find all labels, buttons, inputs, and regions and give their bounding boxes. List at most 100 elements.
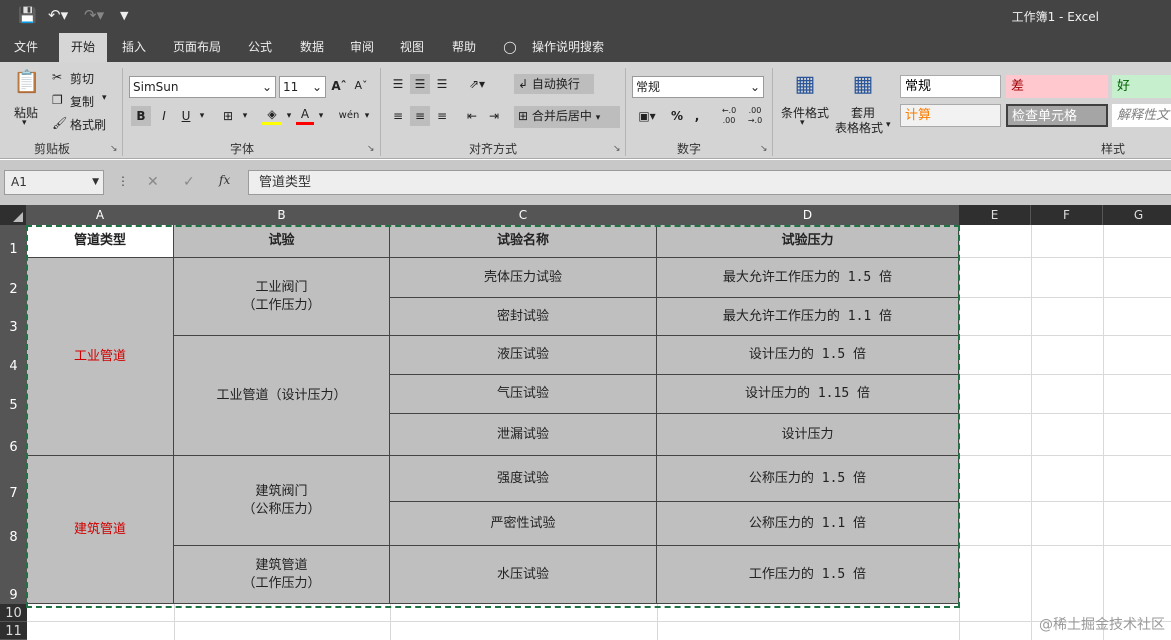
tab-help[interactable]: 帮助 [442,33,486,62]
cell-c9[interactable]: 水压试验 [390,546,657,604]
cell-b7-merged[interactable]: 建筑阀门 （公称压力） [174,456,390,546]
increase-decimal-icon[interactable]: ←.0.00 [718,106,740,126]
copy-icon[interactable]: ❐ [52,93,63,107]
align-bottom-icon[interactable]: ☰ [432,74,452,94]
font-launcher-icon[interactable]: ↘ [367,144,375,154]
increase-indent-icon[interactable]: ⇥ [484,106,504,126]
cell-c2[interactable]: 壳体压力试验 [390,258,657,298]
cell-a2-merged[interactable]: 工业管道 [27,258,174,456]
conditional-format-icon[interactable]: ▦ [790,70,820,100]
column-header-c[interactable]: C [390,205,657,225]
tab-page-layout[interactable]: 页面布局 [166,33,228,62]
formula-input[interactable]: 管道类型 [248,170,1171,195]
tell-me-search[interactable]: 操作说明搜索 [526,33,610,62]
decrease-decimal-icon[interactable]: .00 →.0 [744,106,766,126]
cell-c1[interactable]: 试验名称 [390,225,657,258]
cell-c8[interactable]: 严密性试验 [390,502,657,546]
row-header-8[interactable]: 8 [0,502,27,546]
align-right-icon[interactable]: ≡ [432,106,452,126]
italic-button[interactable]: I [155,106,173,126]
cell-d5[interactable]: 设计压力的 1.15 倍 [657,375,959,414]
cancel-icon[interactable]: ✕ [147,174,159,190]
cell-c7[interactable]: 强度试验 [390,456,657,502]
save-icon[interactable]: 💾 [18,6,37,24]
phonetic-icon[interactable]: wén [338,106,360,126]
cell-c5[interactable]: 气压试验 [390,375,657,414]
tab-view[interactable]: 视图 [390,33,434,62]
customize-toolbar-icon[interactable]: ▼ [120,9,128,22]
table-format-dropdown-icon[interactable]: ▾ [886,120,891,130]
cell-a7-merged[interactable]: 建筑管道 [27,456,174,604]
column-header-b[interactable]: B [174,205,390,225]
increase-font-icon[interactable]: Aˆ [330,76,348,96]
decrease-font-icon[interactable]: Aˇ [352,76,370,96]
cell-d1[interactable]: 试验压力 [657,225,959,258]
column-header-e[interactable]: E [959,205,1031,225]
font-color-dropdown-icon[interactable]: ▾ [316,106,326,126]
border-dropdown-icon[interactable]: ▾ [240,106,250,126]
tab-file[interactable]: 文件 [4,33,48,62]
underline-dropdown-icon[interactable]: ▾ [197,106,207,126]
underline-button[interactable]: U [177,106,195,126]
tab-review[interactable]: 审阅 [340,33,384,62]
alignment-launcher-icon[interactable]: ↘ [613,144,621,154]
font-size-box[interactable]: 11 ⌄ [279,76,326,98]
copy-button[interactable]: 复制 [70,93,94,110]
cell-a1[interactable]: 管道类型 [27,225,174,258]
cell-b1[interactable]: 试验 [174,225,390,258]
row-header-11[interactable]: 11 [0,622,27,640]
cell-d3[interactable]: 最大允许工作压力的 1.1 倍 [657,298,959,336]
tab-home[interactable]: 开始 [59,33,107,62]
insert-function-icon[interactable]: fx [219,173,230,187]
bold-button[interactable]: B [131,106,151,126]
row-header-2[interactable]: 2 [0,258,27,298]
phonetic-dropdown-icon[interactable]: ▾ [362,106,372,126]
cell-d2[interactable]: 最大允许工作压力的 1.5 倍 [657,258,959,298]
cut-button[interactable]: 剪切 [70,70,94,87]
font-name-box[interactable]: SimSun ⌄ [129,76,276,98]
column-header-f[interactable]: F [1031,205,1103,225]
tab-formulas[interactable]: 公式 [238,33,282,62]
cut-icon[interactable]: ✂ [52,70,62,84]
align-left-icon[interactable]: ≡ [388,106,408,126]
column-header-g[interactable]: G [1103,205,1171,225]
name-box-dropdown-icon[interactable]: ▼ [92,171,99,194]
paste-dropdown-icon[interactable]: ▾ [22,118,27,128]
tab-insert[interactable]: 插入 [112,33,156,62]
cell-d7[interactable]: 公称压力的 1.5 倍 [657,456,959,502]
cell-b9[interactable]: 建筑管道 （工作压力） [174,546,390,604]
name-box[interactable]: A1 ▼ [4,170,104,195]
style-check-cell[interactable]: 检查单元格 [1006,104,1108,127]
more-options-icon[interactable]: ⋮ [117,174,129,188]
tab-data[interactable]: 数据 [290,33,334,62]
percent-icon[interactable]: % [668,106,686,126]
cell-d4[interactable]: 设计压力的 1.5 倍 [657,336,959,375]
conditional-dropdown-icon[interactable]: ▾ [800,118,805,128]
orientation-icon[interactable]: ⇗▾ [462,74,492,94]
cell-c3[interactable]: 密封试验 [390,298,657,336]
merge-center-button[interactable]: ⊞ 合并后居中 ▾ [514,106,620,128]
row-header-9[interactable]: 9 [0,546,27,604]
style-explanatory[interactable]: 解释性文 [1112,104,1171,127]
merge-dropdown-icon[interactable]: ▾ [596,113,601,123]
select-all-button[interactable] [0,205,27,225]
cell-d9[interactable]: 工作压力的 1.5 倍 [657,546,959,604]
cell-c4[interactable]: 液压试验 [390,336,657,375]
column-header-d[interactable]: D [657,205,959,225]
align-middle-icon[interactable]: ☰ [410,74,430,94]
align-top-icon[interactable]: ☰ [388,74,408,94]
redo-icon[interactable]: ↷▾ [84,6,104,24]
border-icon[interactable]: ⊞ [218,106,238,126]
conditional-format-button[interactable]: 条件格式 [781,104,829,121]
undo-icon[interactable]: ↶▾ [48,6,68,24]
row-header-10[interactable]: 10 [0,604,27,622]
fill-color-icon[interactable]: ◈ [262,106,282,125]
format-painter-icon[interactable]: 🖌 [52,116,67,130]
enter-icon[interactable]: ✓ [183,174,195,190]
number-launcher-icon[interactable]: ↘ [760,144,768,154]
column-header-a[interactable]: A [27,205,174,225]
wrap-text-button[interactable]: ↲ 自动换行 [514,74,594,94]
row-header-5[interactable]: 5 [0,375,27,414]
format-painter-button[interactable]: 格式刷 [70,116,106,133]
cell-c6[interactable]: 泄漏试验 [390,414,657,456]
